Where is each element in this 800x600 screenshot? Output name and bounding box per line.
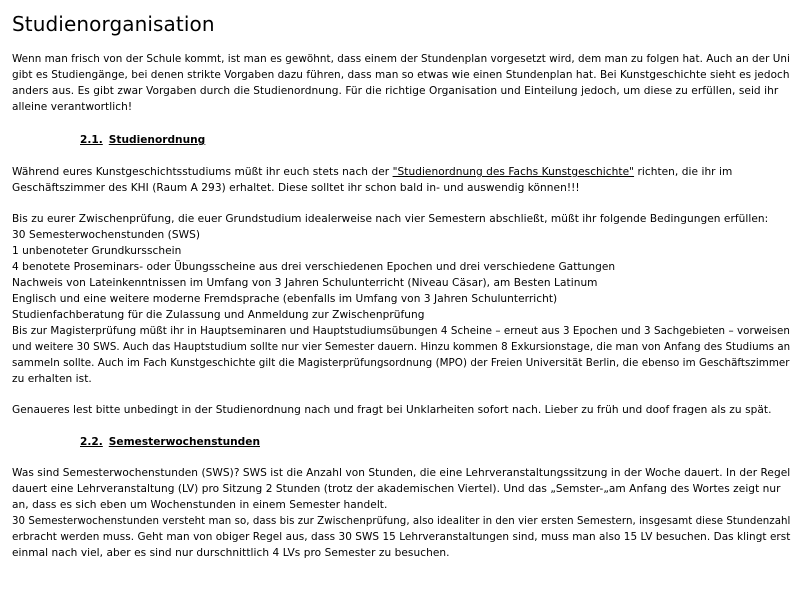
studienordnung-paragraph: Während eures Kunstgeschichtsstudiums mü… bbox=[12, 164, 792, 196]
text-line: alleine verantwortlich! bbox=[12, 101, 133, 113]
text-segment: richten, die ihr im bbox=[634, 166, 733, 178]
section-number: 2.1. bbox=[80, 134, 103, 146]
studienordnung-link[interactable]: "Studienordnung des Fachs Kunstgeschicht… bbox=[393, 166, 634, 178]
intro-paragraph: Wenn man frisch von der Schule kommt, is… bbox=[12, 51, 792, 115]
text-line: zu erhalten ist. bbox=[12, 373, 92, 385]
text-line: und weitere 30 SWS. Auch das Hauptstudiu… bbox=[12, 341, 791, 353]
text-line: Geschäftszimmer des KHI (Raum A 293) erh… bbox=[12, 182, 580, 194]
text-line: Genaueres lest bitte unbedingt in der St… bbox=[12, 404, 772, 416]
section-number: 2.2. bbox=[80, 436, 103, 448]
text-line: 30 Semesterwochenstunden versteht man so… bbox=[12, 515, 791, 527]
text-line: anders aus. Es gibt zwar Vorgaben durch … bbox=[12, 85, 779, 97]
requirement-item: Nachweis von Lateinkenntnissen im Umfang… bbox=[12, 277, 598, 289]
requirements-paragraph: Bis zu eurer Zwischenprüfung, die euer G… bbox=[12, 211, 792, 387]
section-heading-semesterwochenstunden: 2.2. Semesterwochenstunden bbox=[80, 434, 260, 450]
requirement-item: Englisch und eine weitere moderne Fremds… bbox=[12, 293, 558, 305]
text-line: Was sind Semesterwochenstunden (SWS)? SW… bbox=[12, 467, 791, 479]
text-line: erbracht werden muss. Geht man von obige… bbox=[12, 531, 791, 543]
requirement-item: Studienfachberatung für die Zulassung un… bbox=[12, 309, 425, 321]
requirement-item: 4 benotete Proseminars- oder Übungsschei… bbox=[12, 261, 616, 273]
text-line: Bis zur Magisterprüfung müßt ihr in Haup… bbox=[12, 325, 790, 337]
section-title: Semesterwochenstunden bbox=[108, 436, 260, 448]
text-line: Bis zu eurer Zwischenprüfung, die euer G… bbox=[12, 213, 769, 225]
text-line: einmal nach viel, aber es sind nur dursc… bbox=[12, 547, 450, 559]
text-line: sammeln sollte. Auch im Fach Kunstgeschi… bbox=[12, 357, 790, 369]
text-line: an, dass es sich eben um Wochenstunden i… bbox=[12, 499, 388, 511]
section-heading-studienordnung: 2.1. Studienordnung bbox=[80, 132, 205, 148]
text-segment: Während eures Kunstgeschichtsstudiums mü… bbox=[12, 166, 393, 178]
section-title: Studienordnung bbox=[108, 134, 206, 146]
sws-paragraph: Was sind Semesterwochenstunden (SWS)? SW… bbox=[12, 465, 792, 561]
page-title: Studienorganisation bbox=[12, 12, 215, 36]
genaueres-paragraph: Genaueres lest bitte unbedingt in der St… bbox=[12, 402, 792, 418]
text-line: gibt es Studiengänge, bei denen strikte … bbox=[12, 69, 790, 81]
text-line: Während eures Kunstgeschichtsstudiums mü… bbox=[12, 164, 790, 180]
requirement-item: 1 unbenoteter Grundkursschein bbox=[12, 245, 182, 257]
text-line: dauert eine Lehrveranstaltung (LV) pro S… bbox=[12, 483, 781, 495]
requirement-item: 30 Semesterwochenstunden (SWS) bbox=[12, 229, 201, 241]
text-line: Wenn man frisch von der Schule kommt, is… bbox=[12, 53, 790, 65]
